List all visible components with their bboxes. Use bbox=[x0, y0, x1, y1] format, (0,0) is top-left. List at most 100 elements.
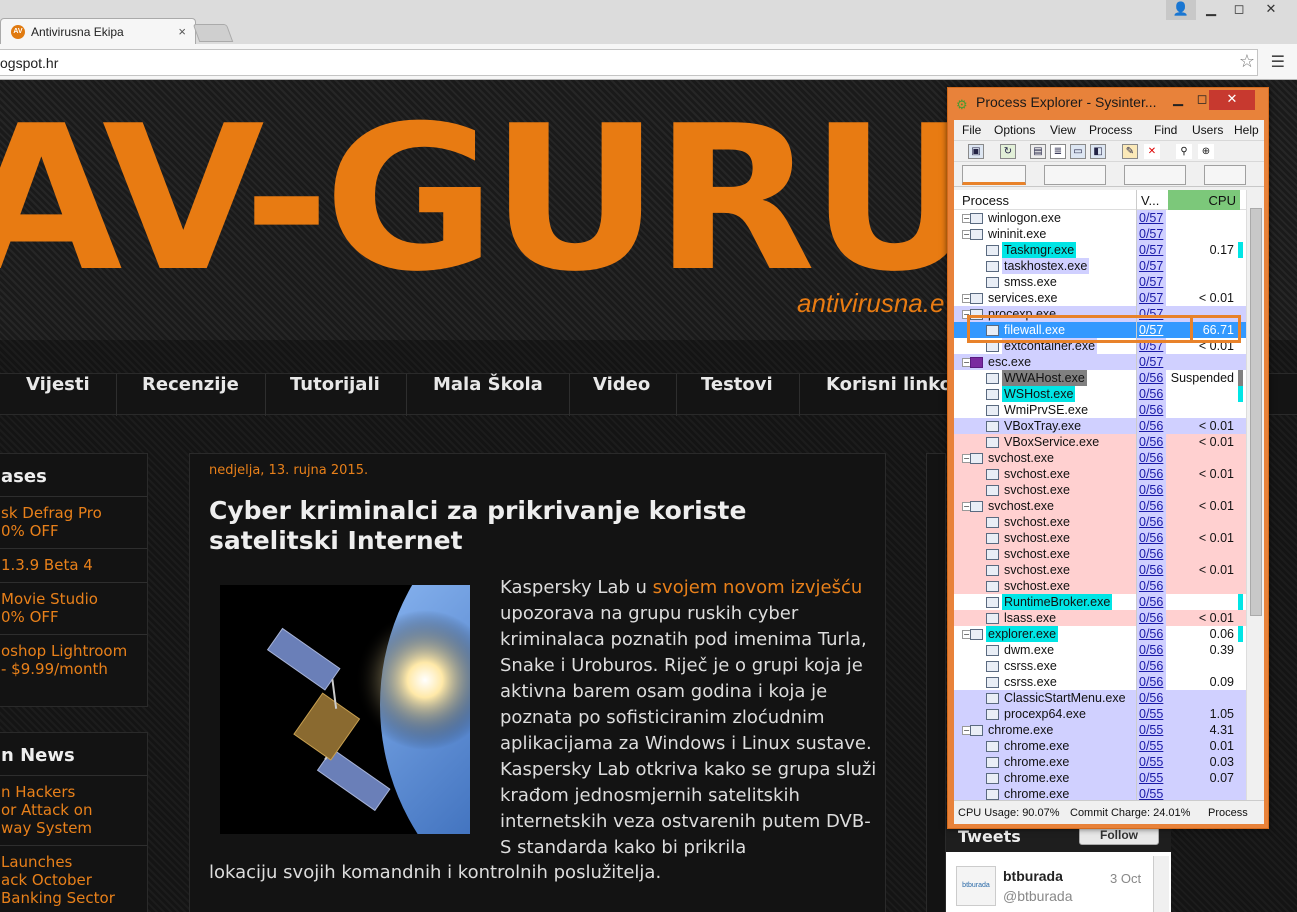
virustotal-score[interactable]: 0/55 bbox=[1136, 706, 1166, 722]
report-link[interactable]: svojem novom izvješću bbox=[653, 577, 863, 598]
virustotal-score[interactable]: 0/56 bbox=[1136, 466, 1166, 482]
nav-video[interactable]: Video bbox=[567, 374, 678, 416]
virustotal-score[interactable]: 0/56 bbox=[1136, 386, 1166, 402]
virustotal-score[interactable]: 0/57 bbox=[1136, 274, 1166, 290]
cpu-graph[interactable] bbox=[962, 165, 1026, 185]
find-window-crosshair-icon[interactable]: ⊕ bbox=[1198, 144, 1214, 159]
news-item[interactable]: n Hackers or Attack on way System bbox=[0, 775, 147, 845]
virustotal-score[interactable]: 0/55 bbox=[1136, 738, 1166, 754]
virustotal-score[interactable]: 0/56 bbox=[1136, 578, 1166, 594]
site-logo[interactable]: AV-GURU bbox=[0, 100, 980, 300]
process-row[interactable]: svchost.exe 0/56 < 0.01 bbox=[954, 466, 1246, 482]
virustotal-score[interactable]: 0/56 bbox=[1136, 674, 1166, 690]
virustotal-score[interactable]: 0/56 bbox=[1136, 498, 1166, 514]
virustotal-score[interactable]: 0/57 bbox=[1136, 290, 1166, 306]
process-row[interactable]: VBoxService.exe 0/56 < 0.01 bbox=[954, 434, 1246, 450]
menu-view[interactable]: View bbox=[1050, 123, 1076, 137]
process-row[interactable]: svchost.exe 0/56 bbox=[954, 482, 1246, 498]
process-scrollbar[interactable] bbox=[1246, 190, 1264, 800]
process-row[interactable]: Taskmgr.exe 0/57 0.17 bbox=[954, 242, 1246, 258]
post-title[interactable]: Cyber kriminalci za prikrivanje koriste … bbox=[209, 496, 849, 556]
process-row[interactable]: svchost.exe 0/56 < 0.01 bbox=[954, 562, 1246, 578]
satellite-image[interactable] bbox=[220, 585, 470, 834]
properties-icon[interactable]: ≣ bbox=[1050, 144, 1066, 159]
virustotal-score[interactable]: 0/56 bbox=[1136, 434, 1166, 450]
maximize-icon[interactable]: ◻ bbox=[1224, 0, 1254, 20]
pe-close-button[interactable]: ✕ bbox=[1209, 90, 1255, 110]
dll-view-icon[interactable]: ◧ bbox=[1090, 144, 1106, 159]
bookmark-star-icon[interactable]: ☆ bbox=[1239, 51, 1255, 72]
process-row[interactable]: chrome.exe 0/55 0.07 bbox=[954, 770, 1246, 786]
virustotal-score[interactable]: 0/56 bbox=[1136, 418, 1166, 434]
avatar[interactable]: btburada bbox=[956, 866, 996, 906]
save-icon[interactable]: ▣ bbox=[968, 144, 984, 159]
process-row[interactable]: taskhostex.exe 0/57 bbox=[954, 258, 1246, 274]
process-row[interactable]: − winlogon.exe 0/57 bbox=[954, 210, 1246, 226]
virustotal-score[interactable]: 0/57 bbox=[1136, 226, 1166, 242]
release-item[interactable]: 1.3.9 Beta 4 bbox=[0, 548, 147, 582]
virustotal-score[interactable]: 0/56 bbox=[1136, 626, 1166, 642]
chrome-menu-icon[interactable]: ☰ bbox=[1271, 52, 1285, 71]
process-row[interactable]: WmiPrvSE.exe 0/56 bbox=[954, 402, 1246, 418]
virustotal-score[interactable]: 0/56 bbox=[1136, 690, 1166, 706]
process-row[interactable]: ClassicStartMenu.exe 0/56 bbox=[954, 690, 1246, 706]
process-row[interactable]: chrome.exe 0/55 0.01 bbox=[954, 738, 1246, 754]
nav-tutorijali[interactable]: Tutorijali bbox=[264, 374, 407, 416]
virustotal-score[interactable]: 0/56 bbox=[1136, 514, 1166, 530]
column-virustotal[interactable]: V... bbox=[1136, 190, 1166, 210]
process-row[interactable]: csrss.exe 0/56 0.09 bbox=[954, 674, 1246, 690]
process-row[interactable]: RuntimeBroker.exe 0/56 bbox=[954, 594, 1246, 610]
process-row[interactable]: svchost.exe 0/56 bbox=[954, 578, 1246, 594]
process-row[interactable]: WWAHost.exe 0/56 Suspended bbox=[954, 370, 1246, 386]
process-row[interactable]: − explorer.exe 0/56 0.06 bbox=[954, 626, 1246, 642]
pe-titlebar[interactable]: ⚙ Process Explorer - Sysinter... bbox=[956, 94, 1157, 112]
process-row[interactable]: csrss.exe 0/56 bbox=[954, 658, 1246, 674]
tweet-author[interactable]: btburada bbox=[1003, 868, 1063, 884]
nav-testovi[interactable]: Testovi bbox=[675, 374, 800, 416]
virustotal-score[interactable]: 0/55 bbox=[1136, 754, 1166, 770]
virustotal-score[interactable]: 0/57 bbox=[1136, 210, 1166, 226]
virustotal-score[interactable]: 0/56 bbox=[1136, 402, 1166, 418]
io-graph[interactable] bbox=[1124, 165, 1186, 185]
tab-close-icon[interactable]: × bbox=[178, 24, 186, 39]
process-row[interactable]: svchost.exe 0/56 bbox=[954, 546, 1246, 562]
virustotal-score[interactable]: 0/55 bbox=[1136, 770, 1166, 786]
menu-process[interactable]: Process bbox=[1089, 123, 1132, 137]
virustotal-score[interactable]: 0/56 bbox=[1136, 642, 1166, 658]
scrollbar-thumb[interactable] bbox=[1250, 208, 1262, 616]
virustotal-score[interactable]: 0/55 bbox=[1136, 722, 1166, 738]
process-row[interactable]: − esc.exe 0/57 bbox=[954, 354, 1246, 370]
virustotal-score[interactable]: 0/56 bbox=[1136, 658, 1166, 674]
process-row[interactable]: WSHost.exe 0/56 bbox=[954, 386, 1246, 402]
virustotal-score[interactable]: 0/56 bbox=[1136, 482, 1166, 498]
process-row[interactable]: chrome.exe 0/55 bbox=[954, 786, 1246, 800]
virustotal-score[interactable]: 0/55 bbox=[1136, 786, 1166, 800]
virustotal-score[interactable]: 0/56 bbox=[1136, 610, 1166, 626]
nav-mala-skola[interactable]: Mala Škola bbox=[407, 374, 570, 416]
menu-find[interactable]: Find bbox=[1154, 123, 1177, 137]
nav-recenzije[interactable]: Recenzije bbox=[116, 374, 266, 416]
process-row[interactable]: − services.exe 0/57 < 0.01 bbox=[954, 290, 1246, 306]
find-binoculars-icon[interactable]: ⚲ bbox=[1176, 144, 1192, 159]
column-cpu[interactable]: CPU bbox=[1168, 190, 1240, 210]
menu-options[interactable]: Options bbox=[994, 123, 1035, 137]
address-bar[interactable]: ogspot.hr bbox=[0, 49, 1258, 76]
release-item[interactable]: oshop Lightroom - $9.99/month bbox=[0, 634, 147, 686]
virustotal-score[interactable]: 0/57 bbox=[1136, 242, 1166, 258]
menu-help[interactable]: Help bbox=[1234, 123, 1259, 137]
new-tab-button[interactable] bbox=[192, 24, 234, 42]
process-row[interactable]: − chrome.exe 0/55 4.31 bbox=[954, 722, 1246, 738]
virustotal-score[interactable]: 0/57 bbox=[1136, 354, 1166, 370]
gpu-graph[interactable] bbox=[1204, 165, 1246, 185]
pe-minimize-icon[interactable]: ▁ bbox=[1171, 91, 1185, 111]
refresh-icon[interactable]: ↻ bbox=[1000, 144, 1016, 159]
process-row[interactable]: smss.exe 0/57 bbox=[954, 274, 1246, 290]
lower-pane-icon[interactable]: ▭ bbox=[1070, 144, 1086, 159]
process-row[interactable]: svchost.exe 0/56 bbox=[954, 514, 1246, 530]
virustotal-score[interactable]: 0/57 bbox=[1136, 322, 1166, 338]
virustotal-score[interactable]: 0/56 bbox=[1136, 546, 1166, 562]
tab-antivirusna-ekipa[interactable]: AV Antivirusna Ekipa × bbox=[0, 18, 196, 45]
process-row[interactable]: − svchost.exe 0/56 < 0.01 bbox=[954, 498, 1246, 514]
release-item[interactable]: sk Defrag Pro 0% OFF bbox=[0, 496, 147, 548]
menu-users[interactable]: Users bbox=[1192, 123, 1223, 137]
